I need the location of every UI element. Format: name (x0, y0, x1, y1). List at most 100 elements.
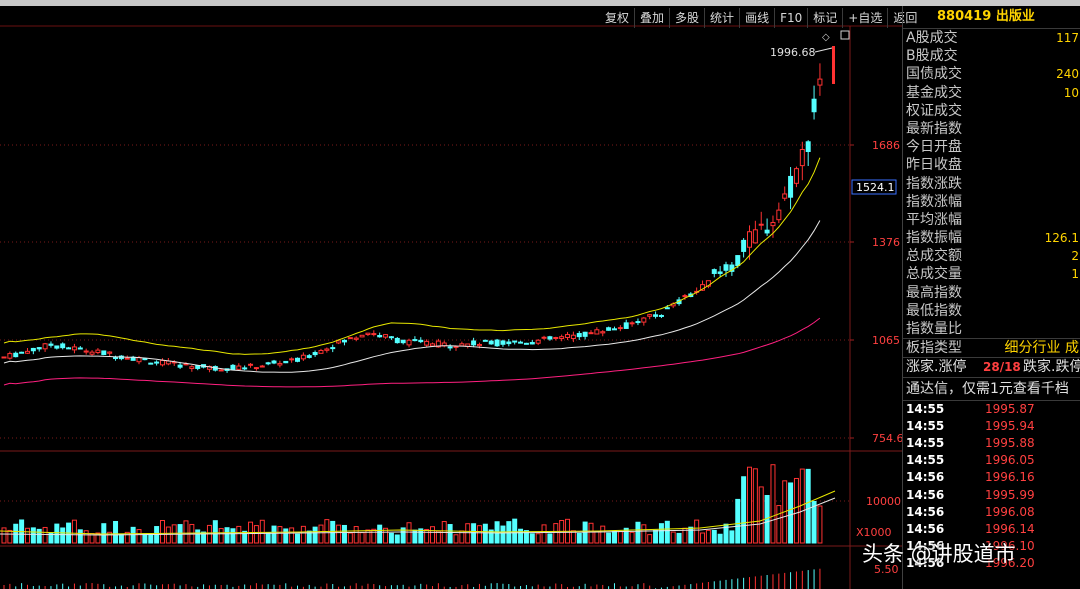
candle-body (553, 336, 559, 339)
volume-bar (735, 498, 741, 544)
stat-label: 指数涨跌 (906, 175, 962, 192)
candle-body (377, 334, 383, 338)
toolbar-button-1[interactable]: 叠加 (634, 8, 669, 28)
toolbar-button-2[interactable]: 多股 (669, 8, 704, 28)
latest-candle (832, 46, 835, 84)
candle-body (606, 327, 612, 331)
candle-body (394, 337, 400, 344)
promo-banner[interactable]: 通达信，仅需1元查看千档 (903, 376, 1080, 401)
stat-label: 最新指数 (906, 120, 962, 137)
candle-body (788, 175, 794, 198)
stat-row: A股成交 117 (903, 29, 1080, 47)
advance-decline-row: 涨家.涨停 28/18 跌家.跌停 (903, 357, 1080, 376)
candle-body (711, 269, 717, 274)
tick-price: 1995.99 (985, 487, 1035, 502)
volume-bar (36, 528, 42, 544)
ma-line-pink (3, 317, 821, 388)
volume-bar (165, 526, 171, 544)
volume-bar (676, 532, 682, 544)
candle-body (142, 358, 148, 361)
board-type-value: 细分行业 成 (1004, 340, 1079, 357)
stat-value: 10 (1063, 85, 1079, 100)
volume-bar (312, 526, 318, 544)
stat-label: 总成交额 (906, 248, 962, 265)
volume-bar (283, 528, 289, 544)
tick-time: 14:55 (906, 435, 945, 450)
stat-label: 昨日收盘 (906, 157, 962, 174)
candle-body (66, 347, 72, 350)
volume-bar (230, 528, 236, 544)
volume-bar (617, 531, 623, 544)
toolbar-button-4[interactable]: 画线 (739, 8, 774, 28)
tick-row: 14:56 1996.16 (903, 469, 1080, 486)
candle-body (817, 78, 823, 86)
volume-bar (113, 521, 119, 544)
candle-body (623, 322, 629, 329)
tick-time: 14:56 (906, 487, 945, 502)
volume-bar (553, 523, 559, 544)
kline-chart-area[interactable]: 1686 1376 1065 754.6 1524.1 10000 X1000 5.50 199… (0, 6, 902, 589)
candle-body (582, 331, 588, 337)
volume-bar (535, 533, 541, 544)
volume-bar (600, 525, 606, 544)
toolbar-button-7[interactable]: +自选 (842, 8, 887, 28)
candle-body (195, 365, 201, 369)
volume-bar (42, 526, 48, 544)
current-price-label: 1524.1 (856, 181, 895, 194)
candle-body (189, 366, 195, 369)
volume-ma-white (0, 497, 836, 536)
candle-body (283, 360, 289, 364)
candle-body (653, 314, 659, 317)
stat-label: A股成交 (906, 30, 958, 46)
candle-body (570, 334, 576, 340)
volume-bar (529, 533, 535, 544)
volume-bar (388, 532, 394, 544)
stat-row: 今日开盘 (903, 138, 1080, 156)
kline-chart[interactable]: 168613761065754.61524.110000X10005.50199… (0, 6, 902, 589)
volume-bar (547, 533, 553, 544)
volume-bar (13, 523, 19, 544)
stats-list: A股成交 117 B股成交 国债成交 240 基金成交 10 权证成交 最新指数 今日开盘 昨日收盘… (903, 29, 1080, 338)
candle-body (324, 348, 330, 351)
candle-body (48, 343, 54, 346)
candle-body (36, 347, 42, 350)
candle-body (529, 342, 535, 345)
index-name: 出版业 (995, 9, 1035, 24)
volume-bar (629, 531, 635, 544)
panel-toggle-icon[interactable] (840, 30, 850, 40)
ma-line-white (3, 220, 821, 373)
candle-body (629, 322, 635, 325)
candle-body (19, 351, 25, 354)
toolbar-button-5[interactable]: F10 (774, 8, 807, 28)
candle-body (383, 334, 389, 338)
tick-row: 14:56 1995.99 (903, 487, 1080, 504)
tick-price: 1995.94 (985, 418, 1035, 433)
candle-body (95, 349, 101, 354)
volume-bar (647, 534, 653, 544)
toolbar-button-3[interactable]: 统计 (704, 8, 739, 28)
volume-bar (318, 524, 324, 544)
volume-bar (746, 466, 752, 544)
candle-body (1, 356, 7, 359)
volume-bar (159, 519, 165, 544)
candle-body (776, 209, 782, 221)
candle-body (24, 350, 30, 354)
candle-body (353, 337, 359, 340)
candle-body (271, 360, 277, 364)
candle-body (482, 339, 488, 342)
volume-bar (347, 532, 353, 544)
volume-bar (253, 525, 259, 544)
volume-bar (758, 486, 764, 544)
candle-body (295, 357, 300, 362)
stat-row: 权证成交 (903, 102, 1080, 120)
volume-bar (711, 529, 717, 544)
candle-body (594, 329, 600, 335)
volume-bar (576, 532, 582, 544)
toolbar-button-0[interactable]: 复权 (600, 8, 634, 28)
candle-body (758, 223, 764, 226)
volume-bar (148, 534, 154, 544)
candle-body (248, 363, 254, 366)
candle-body (430, 343, 436, 347)
candle-body (113, 357, 119, 360)
toolbar-button-6[interactable]: 标记 (807, 8, 842, 28)
